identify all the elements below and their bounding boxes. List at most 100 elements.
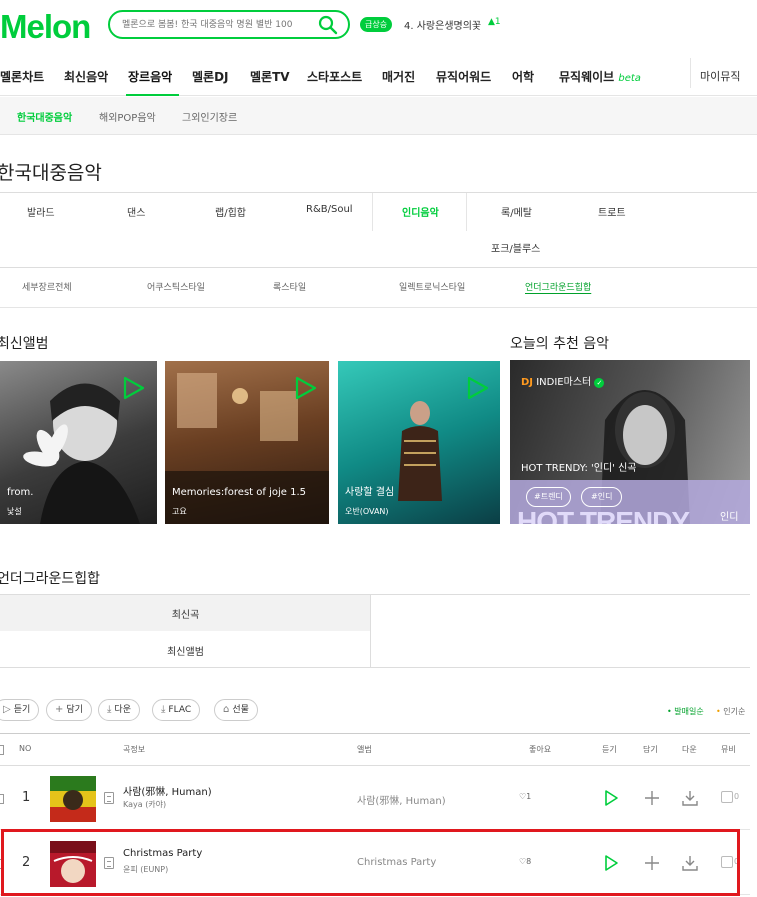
album-artist: 낯설	[7, 507, 22, 516]
tab-latest-songs[interactable]: 최신곡	[0, 595, 371, 631]
search-input[interactable]	[122, 16, 312, 34]
mv-count: 0	[734, 792, 740, 801]
detail-all[interactable]: 세부장르전체	[22, 280, 72, 293]
nav-mymusic[interactable]: 마이뮤직	[700, 68, 740, 84]
recommend-card[interactable]: HOT TRENDY DJ INDIE마스터 ✓ HOT TRENDY: '인디…	[510, 360, 750, 524]
rising-change: ▲1	[488, 17, 501, 27]
recommend-headline: HOT TRENDY: '인디' 신곡	[521, 463, 637, 474]
nav-divider	[690, 58, 691, 88]
play-icon[interactable]	[464, 375, 490, 401]
flac-button[interactable]: ⤓ FLAC	[152, 699, 201, 721]
gift-button[interactable]: ⌂ 선물	[214, 699, 258, 721]
latest-albums-title: 최신앨범	[0, 336, 49, 352]
listen-button[interactable]: ▷ 듣기	[0, 699, 40, 721]
song-artist[interactable]: Kaya (카야)	[123, 799, 166, 810]
nav-starpost[interactable]: 스타포스트	[307, 68, 362, 85]
album-card[interactable]: from. 낯설	[0, 361, 157, 524]
header-add: 담기	[643, 745, 658, 754]
detail-underground[interactable]: 언더그라운드힙합	[525, 280, 591, 293]
genre-hiphop[interactable]: 랩/힙합	[215, 204, 246, 219]
tab-divider	[466, 193, 467, 231]
select-all-checkbox[interactable]	[0, 745, 4, 755]
subnav-other[interactable]: 그외인기장르	[182, 109, 237, 124]
tag-button[interactable]: #트렌디	[526, 487, 571, 507]
nav-new[interactable]: 최신음악	[64, 68, 108, 85]
album-card[interactable]: 사랑할 결심 오반(OVAN)	[338, 361, 500, 524]
header-songinfo: 곡정보	[123, 745, 146, 754]
mv-checkbox[interactable]	[721, 791, 733, 803]
album-card[interactable]: Memories:forest of joje 1.5 고요	[165, 361, 329, 524]
subnav-pop[interactable]: 해외POP음악	[99, 109, 156, 124]
header-no: NO	[19, 744, 32, 753]
active-nav-indicator	[126, 94, 179, 96]
sort-release[interactable]: • 발매일순	[667, 706, 704, 717]
nav-language[interactable]: 어학	[512, 68, 534, 85]
rising-badge: 급상승	[360, 17, 393, 32]
highlight-box	[1, 829, 740, 896]
download-icon: ⤓	[161, 704, 166, 715]
table-row: 1 사람(邪惏, Human) Kaya (카야) 사람(邪惏, Human) …	[0, 766, 750, 830]
row-checkbox[interactable]	[0, 794, 4, 804]
recommend-bg-text: HOT TRENDY	[517, 506, 690, 525]
album-title: Memories:forest of joje 1.5	[172, 487, 306, 498]
dj-label: DJ INDIE마스터 ✓	[521, 373, 605, 388]
genre-trot[interactable]: 트로트	[598, 204, 626, 219]
album-artist: 오반(OVAN)	[345, 507, 389, 516]
rising-keyword[interactable]: 4. 사랑은생명의꽃	[404, 17, 481, 32]
detail-genres: 세부장르전체 어쿠스틱스타일 록스타일 일렉트로닉스타일 언더그라운드힙합	[0, 268, 757, 308]
add-button[interactable]: + 담기	[46, 699, 92, 721]
play-icon[interactable]	[120, 375, 146, 401]
download-icon[interactable]	[680, 788, 700, 808]
plus-icon: +	[55, 704, 64, 715]
song-album-tabs: 최신곡 최신앨범	[0, 594, 750, 668]
genre-dance[interactable]: 댄스	[127, 204, 145, 219]
gift-icon: ⌂	[223, 704, 230, 715]
nav-genre[interactable]: 장르음악	[128, 68, 172, 85]
nav-chart[interactable]: 멜론차트	[0, 68, 44, 85]
download-button[interactable]: ⤓ 다운	[98, 699, 140, 721]
genre-ballad[interactable]: 발라드	[27, 204, 55, 219]
search-icon[interactable]	[318, 15, 338, 35]
header-listen: 듣기	[602, 745, 617, 754]
subnav-korean[interactable]: 한국대중음악	[17, 109, 72, 124]
play-icon: ▷	[3, 704, 11, 715]
recommend-title: 오늘의 추천 음악	[510, 336, 610, 352]
album-thumbnail[interactable]	[50, 776, 96, 822]
detail-electronic[interactable]: 일렉트로닉스타일	[399, 280, 465, 293]
nav-tv[interactable]: 멜론TV	[250, 68, 290, 85]
nav-musicwave[interactable]: 뮤직웨이브 beta	[559, 68, 641, 85]
download-icon: ⤓	[107, 704, 112, 715]
genre-folk[interactable]: 포크/블루스	[491, 240, 540, 255]
detail-acoustic[interactable]: 어쿠스틱스타일	[147, 280, 205, 293]
genre-rnb[interactable]: R&B/Soul	[306, 204, 353, 215]
nav-dj[interactable]: 멜론DJ	[192, 68, 229, 85]
song-album[interactable]: 사람(邪惏, Human)	[357, 792, 446, 807]
sub-nav: 한국대중음악 해외POP음악 그외인기장르	[0, 97, 757, 135]
header-download: 다운	[682, 745, 697, 754]
dot-icon: •	[716, 707, 721, 716]
detail-rock[interactable]: 록스타일	[273, 280, 306, 293]
melon-logo[interactable]: Melon	[0, 8, 91, 46]
genre-indie[interactable]: 인디음악	[402, 204, 439, 219]
sort-popular[interactable]: • 인기순	[716, 706, 745, 717]
song-title[interactable]: 사람(邪惏, Human)	[123, 783, 212, 798]
lyrics-icon[interactable]	[104, 792, 114, 804]
album-artist: 고요	[172, 507, 187, 516]
recommend-corner-text: 인디	[720, 512, 739, 523]
genre-rock[interactable]: 록/메탈	[501, 204, 532, 219]
plus-icon[interactable]	[642, 788, 662, 808]
play-icon[interactable]	[292, 375, 318, 401]
search-box[interactable]	[108, 10, 350, 39]
nav-magazine[interactable]: 매거진	[382, 68, 415, 85]
tag-button[interactable]: #인디	[581, 487, 623, 507]
main-nav: 멜론차트 최신음악 장르음악 멜론DJ 멜론TV 스타포스트 매거진 뮤직어워드…	[0, 58, 757, 96]
like-button[interactable]: ♡1	[519, 792, 531, 801]
header-mv: 뮤비	[721, 745, 736, 754]
row-number: 1	[22, 790, 31, 805]
tab-latest-albums[interactable]: 최신앨범	[0, 631, 371, 668]
header-likes: 좋아요	[529, 745, 552, 754]
tab-divider	[372, 193, 373, 231]
album-title: from.	[7, 487, 34, 498]
play-icon[interactable]	[601, 788, 621, 808]
nav-awards[interactable]: 뮤직어워드	[436, 68, 491, 85]
